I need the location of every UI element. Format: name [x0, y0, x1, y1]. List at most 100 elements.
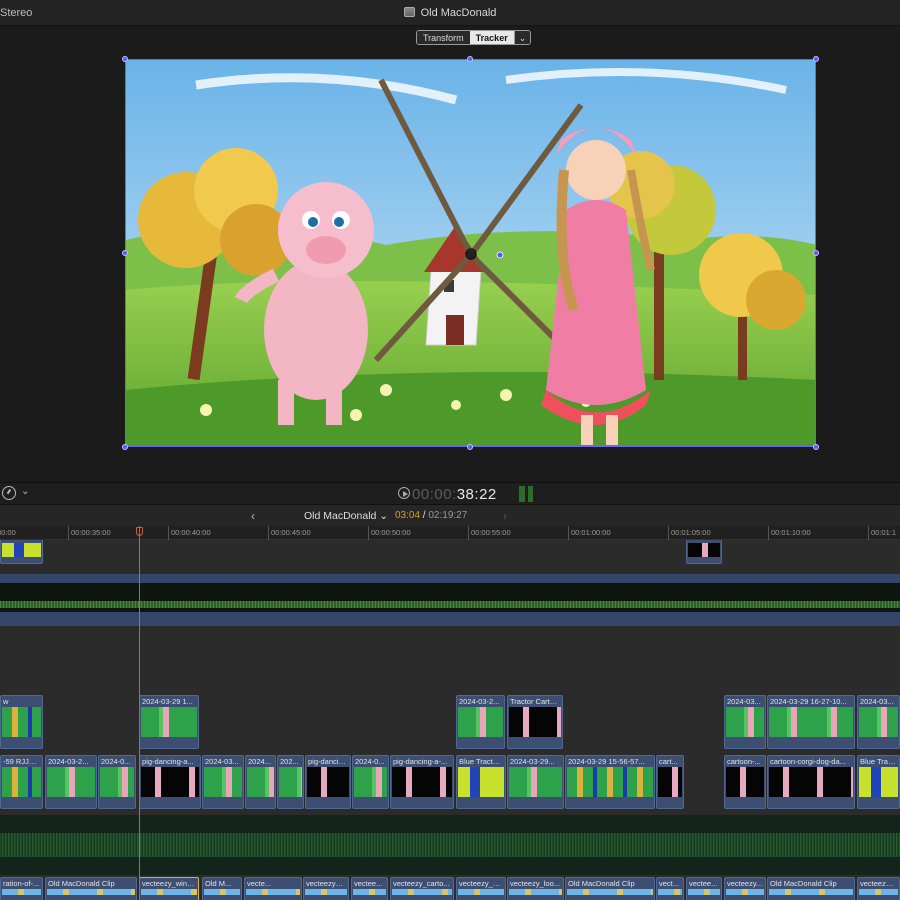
clip-thumbnail: [658, 889, 682, 895]
timeline-clip[interactable]: vecteezy_loo...: [507, 877, 564, 900]
clip-thumbnail: [47, 767, 95, 797]
timeline-project-name: Old MacDonald: [304, 510, 377, 522]
timeline-clip[interactable]: ration-of-...: [0, 877, 43, 900]
tracker-tab[interactable]: Tracker: [469, 31, 514, 44]
clip-thumbnail: [567, 889, 653, 895]
timeline-clip[interactable]: Old MacDonald Clip: [565, 877, 655, 900]
timeline-clip[interactable]: vectee...: [686, 877, 722, 900]
timeline-clip[interactable]: 2024-0...: [98, 755, 136, 809]
transform-handle-top-right[interactable]: [813, 56, 819, 62]
timeline-ruler[interactable]: 30:00 00:00:35:00 00:00:40:00 00:00:45:00 00…: [0, 526, 900, 540]
timeline-clip[interactable]: 2024-03-29...: [507, 755, 564, 809]
timeline-clip[interactable]: 2024-03-2...: [456, 695, 505, 749]
timeline-clip[interactable]: 2024...: [245, 755, 276, 809]
timeline-duration: 03:04 / 02:19:27: [395, 510, 468, 521]
clip-label: 2024-03-29 16-27-10...: [770, 697, 847, 706]
clip-label: vectee...: [354, 879, 383, 888]
timeline-clip[interactable]: [686, 540, 722, 564]
clip-thumbnail: [392, 767, 452, 797]
timeline-clip[interactable]: vectee...: [351, 877, 388, 900]
clip-label: vect...: [659, 879, 680, 888]
clip-label: cartoon-...: [727, 757, 761, 766]
timeline-clip[interactable]: vecteezy_...: [303, 877, 349, 900]
timeline-clip[interactable]: 2024-03-29 1...: [139, 695, 199, 749]
playhead-handle[interactable]: [136, 527, 143, 536]
clip-label: 2024-0...: [355, 757, 385, 766]
transform-tracker-switch[interactable]: Transform Tracker ⌄: [416, 30, 532, 45]
transform-handle-top[interactable]: [467, 56, 473, 62]
clip-thumbnail: [279, 767, 302, 797]
timeline-clip[interactable]: 2024-03-29 15-56-57...: [565, 755, 655, 809]
timeline-clip[interactable]: vecte...: [244, 877, 302, 900]
timeline-clip[interactable]: vecteezy_w...: [456, 877, 506, 900]
transform-handle-left[interactable]: [122, 250, 128, 256]
timeline-clip[interactable]: Old MacDonald Clip: [767, 877, 855, 900]
timeline-clip[interactable]: cartoon-corgi-dog-da...: [767, 755, 855, 809]
clip-label: vectee...: [689, 879, 718, 888]
clip-thumbnail: [354, 767, 387, 797]
chevron-down-icon[interactable]: ⌄: [513, 31, 531, 44]
clip-thumbnail: [353, 889, 386, 895]
clip-label: 2024-03...: [860, 697, 894, 706]
project-title: Old MacDonald: [420, 7, 497, 19]
chevron-down-icon[interactable]: ⌄: [21, 486, 29, 497]
timeline-clip[interactable]: 2024-03-29 16-27-10...: [767, 695, 855, 749]
clip-thumbnail: [47, 889, 135, 895]
transform-handle-top-left[interactable]: [122, 56, 128, 62]
clip-thumbnail: [567, 767, 653, 797]
clip-thumbnail: [141, 707, 197, 737]
clip-label: 2024-03-29...: [510, 757, 555, 766]
speedometer-icon[interactable]: [2, 486, 16, 500]
clip-label: 2024-0...: [101, 757, 131, 766]
clip-label: 2024-03-29 15-56-57...: [568, 757, 645, 766]
timeline-clip[interactable]: w: [0, 695, 43, 749]
timeline-clip[interactable]: 2024-03...: [724, 695, 766, 749]
clip-label: 2024-03-2...: [48, 757, 89, 766]
chevron-left-icon[interactable]: ‹: [251, 509, 255, 523]
audio-track-lower[interactable]: [0, 815, 900, 875]
timeline-clip[interactable]: 2024-03...: [857, 695, 900, 749]
clip-label: vecteezy_w...: [459, 879, 503, 888]
timeline-clip[interactable]: [0, 540, 43, 564]
timeline-clip[interactable]: 2024-03-2...: [45, 755, 97, 809]
timeline-clip[interactable]: vecteezy_wind...: [139, 877, 199, 900]
chevron-right-icon[interactable]: ›: [503, 509, 507, 523]
timeline-clip[interactable]: Old MacDonald Clip: [45, 877, 137, 900]
video-frame[interactable]: [125, 59, 816, 447]
timeline-project-menu[interactable]: Old MacDonald ⌄: [304, 510, 388, 522]
transform-handle-bottom-left[interactable]: [122, 444, 128, 450]
timecode-display[interactable]: 00:00:38:22: [398, 486, 497, 503]
clip-thumbnail: [2, 889, 41, 895]
timeline-clip[interactable]: pig-dancing-a-...: [390, 755, 454, 809]
play-icon[interactable]: [398, 487, 410, 499]
ruler-tick: 00:00:55:00: [468, 526, 511, 540]
transform-tab[interactable]: Transform: [417, 31, 470, 44]
playhead[interactable]: [139, 526, 140, 900]
transform-handle-bottom-right[interactable]: [813, 444, 819, 450]
clip-thumbnail: [458, 707, 503, 737]
timeline-clip[interactable]: 202...: [277, 755, 304, 809]
timeline-tracks[interactable]: w 2024-03-29 1... 2024-03-2... Tractor Cart…: [0, 540, 900, 900]
timeline-clip[interactable]: vecteezy_carto...: [390, 877, 454, 900]
timeline-clip[interactable]: -59 RJJE...: [0, 755, 43, 809]
timeline-clip[interactable]: cart...: [656, 755, 684, 809]
timeline-clip[interactable]: vecteezy_ca: [857, 877, 900, 900]
clip-thumbnail: [859, 767, 898, 797]
timeline-clip[interactable]: pig-dancin...: [305, 755, 351, 809]
timeline-clip[interactable]: Blue Tractor: [857, 755, 900, 809]
transform-handle-bottom[interactable]: [467, 444, 473, 450]
timeline-clip[interactable]: Tractor Carto...: [507, 695, 563, 749]
timeline-clip[interactable]: 2024-03...: [202, 755, 244, 809]
timeline-clip[interactable]: pig-dancing-a...: [139, 755, 201, 809]
timeline-clip[interactable]: Blue Tracto...: [456, 755, 506, 809]
viewer[interactable]: Transform Tracker ⌄: [0, 26, 900, 482]
transform-handle-right[interactable]: [813, 250, 819, 256]
clip-thumbnail: [305, 889, 347, 895]
timeline-clip[interactable]: vecteezy...: [724, 877, 766, 900]
timeline-clip[interactable]: Old M...: [202, 877, 242, 900]
clip-label: 2024-03-2...: [459, 697, 500, 706]
timeline-clip[interactable]: cartoon-...: [724, 755, 766, 809]
timeline-clip[interactable]: 2024-0...: [352, 755, 389, 809]
timeline-clip[interactable]: vect...: [656, 877, 684, 900]
clip-label: pig-dancin...: [308, 757, 348, 766]
